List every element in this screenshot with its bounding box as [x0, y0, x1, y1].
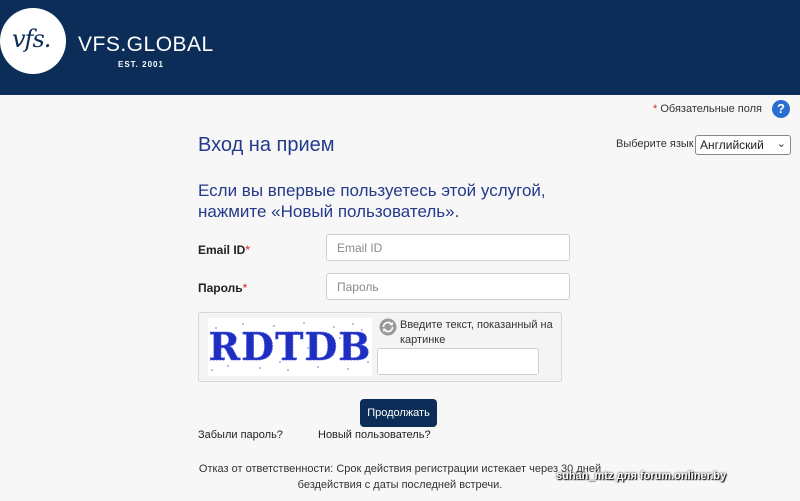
captcha-text: RDTDB: [209, 324, 372, 369]
password-label: Пароль*: [198, 281, 247, 295]
password-field[interactable]: [326, 273, 570, 300]
email-label-text: Email ID: [198, 243, 246, 257]
site-header: vfs. VFS.GLOBAL EST. 2001: [0, 0, 800, 95]
new-user-link[interactable]: Новый пользователь?: [318, 429, 431, 441]
captcha-prompt: Введите текст, показанный на картинке: [400, 319, 553, 346]
chevron-down-icon: ⌄: [776, 138, 786, 150]
page-title: Вход на прием: [198, 134, 335, 156]
logo-mark: vfs.: [12, 25, 51, 53]
help-icon[interactable]: ?: [772, 100, 790, 118]
password-label-text: Пароль: [198, 281, 243, 295]
brand-name: VFS.GLOBAL: [78, 33, 214, 56]
language-selected-value: Английский: [700, 138, 764, 152]
brand-established: EST. 2001: [118, 60, 164, 69]
disclaimer-text: Отказ от ответственности: Срок действия …: [198, 463, 602, 491]
email-label: Email ID*: [198, 243, 250, 257]
captcha-image: RDTDB: [208, 318, 372, 376]
captcha-input[interactable]: [377, 348, 539, 375]
required-star: *: [245, 243, 251, 257]
continue-button[interactable]: Продолжать: [360, 399, 437, 427]
email-field[interactable]: [326, 234, 570, 261]
vfs-logo[interactable]: vfs.: [0, 8, 66, 74]
language-label: Выберите язык: [616, 138, 694, 150]
required-star: *: [242, 281, 248, 295]
forgot-password-link[interactable]: Забыли пароль?: [198, 429, 283, 441]
required-fields-text: Обязательные поля: [660, 103, 762, 115]
required-fields-note: * Обязательные поля: [653, 103, 762, 115]
language-select[interactable]: Английский ⌄: [695, 135, 791, 155]
intro-text: Если вы впервые пользуетесь этой услугой…: [198, 181, 546, 221]
required-star: *: [653, 103, 658, 115]
refresh-captcha-icon[interactable]: [379, 318, 397, 336]
watermark: suhan_mtz для forum.onliner.by: [556, 470, 727, 482]
